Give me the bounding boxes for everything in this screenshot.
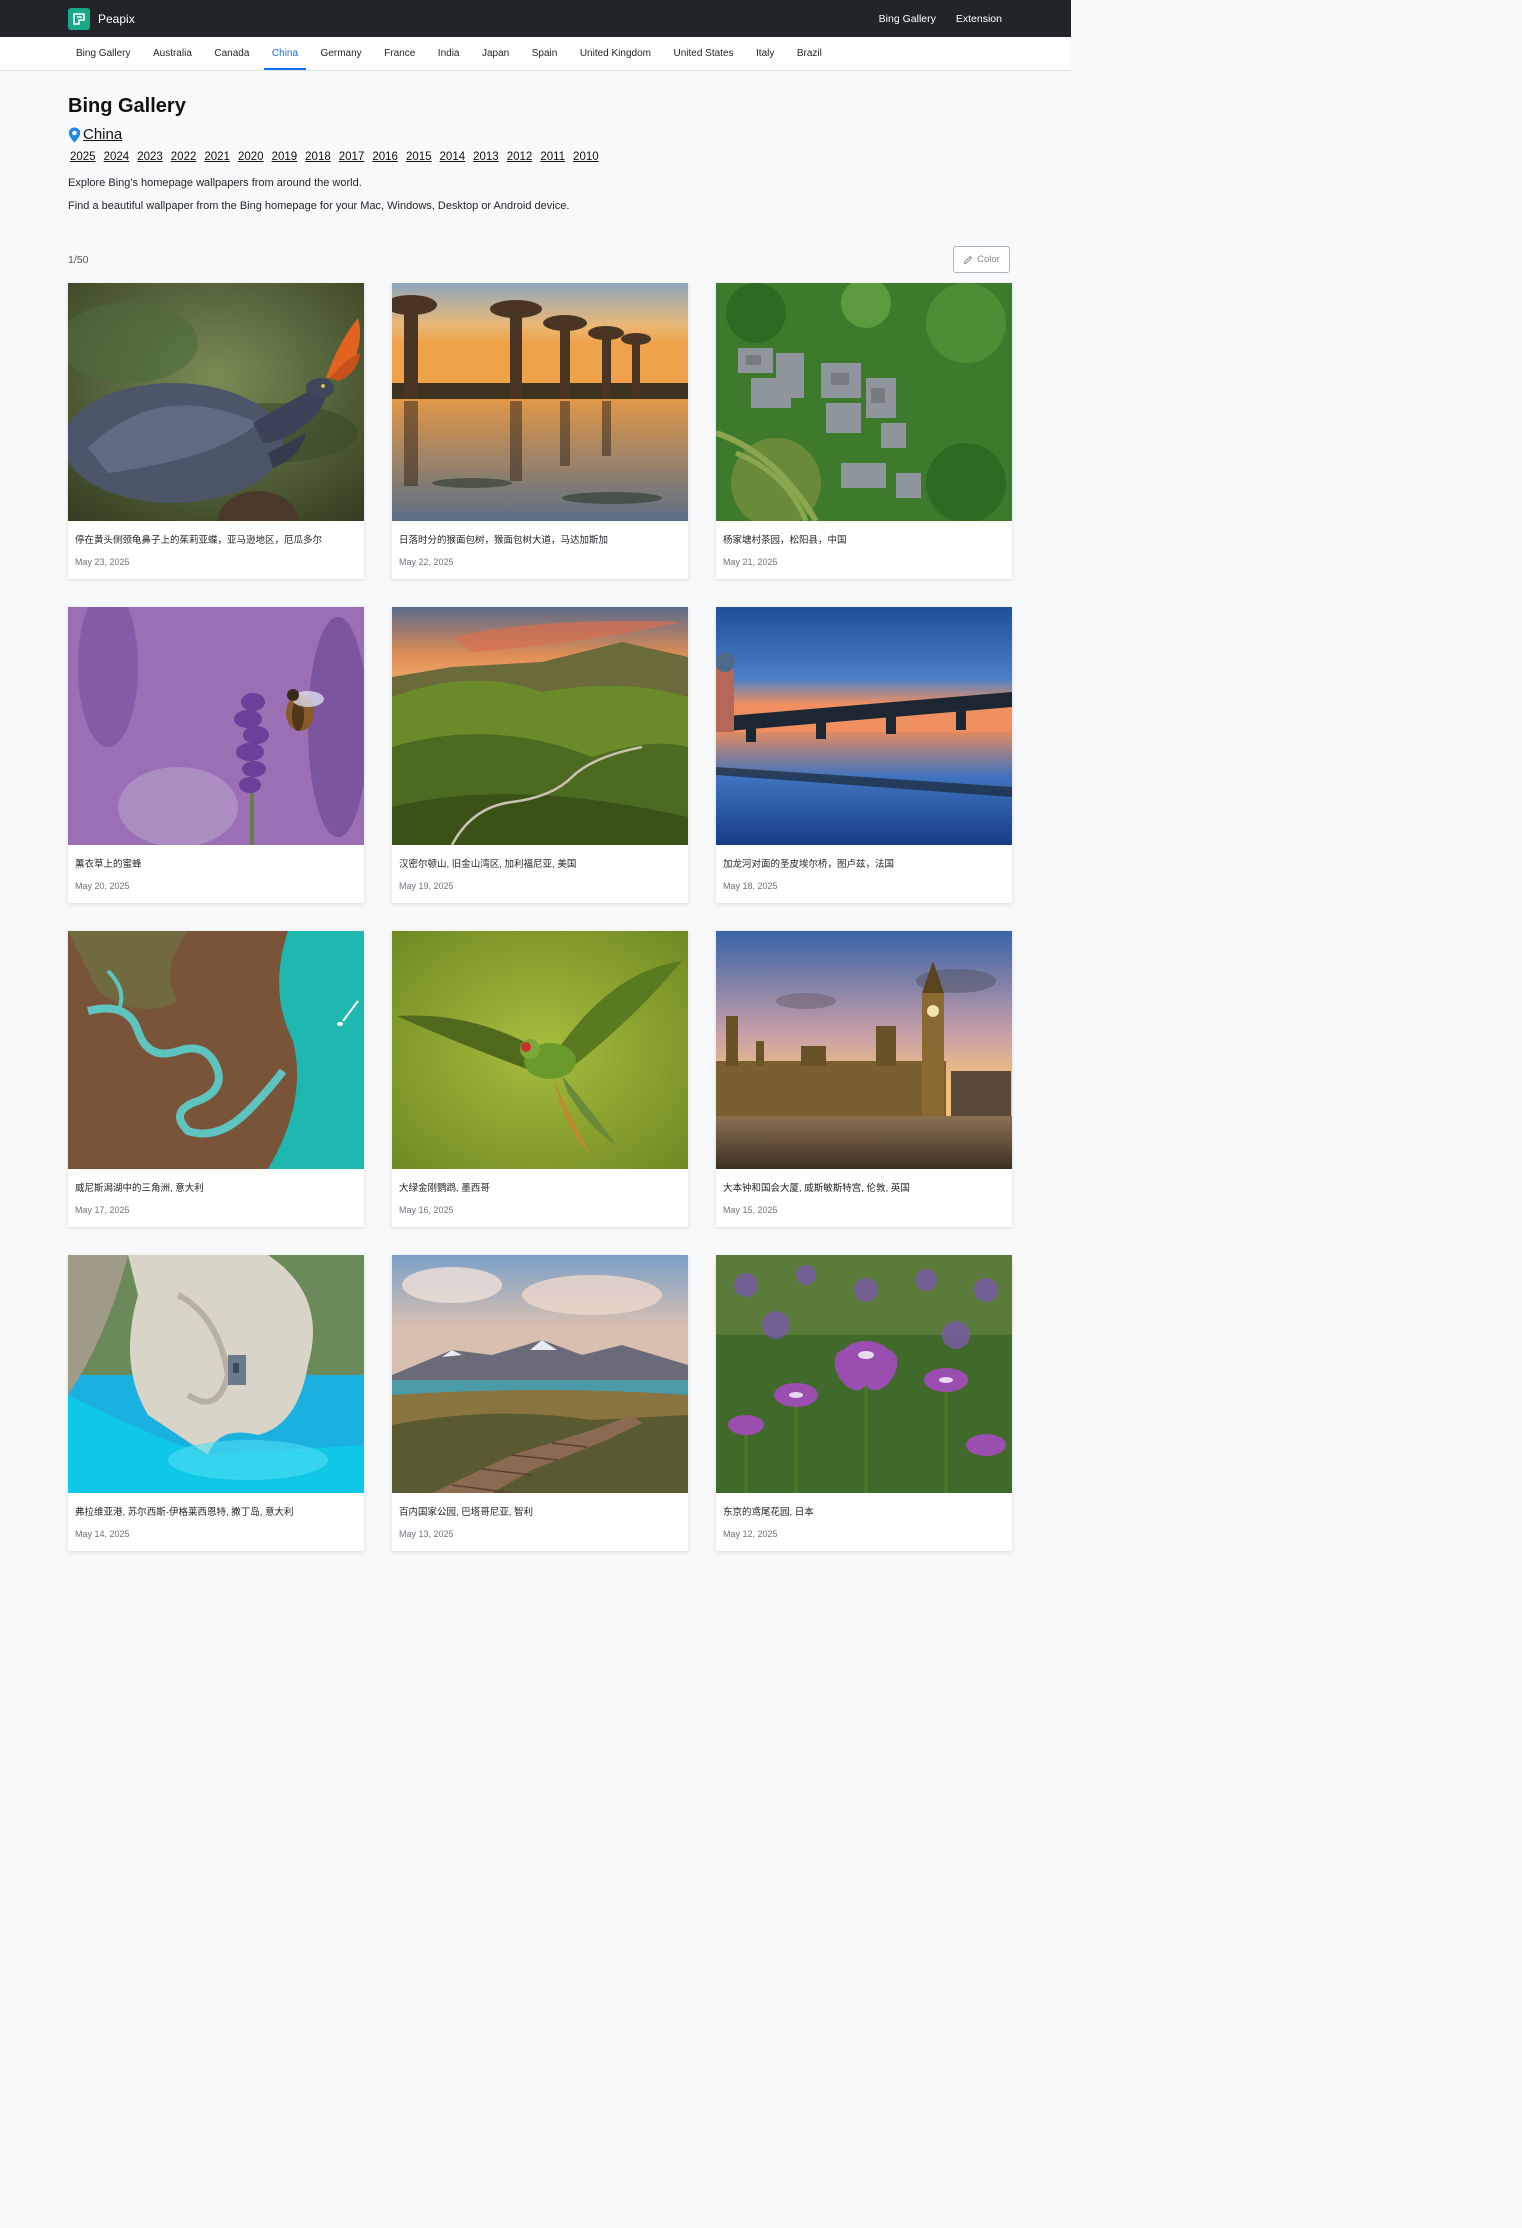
wallpaper-title[interactable]: 薰衣草上的蜜蜂 [75, 856, 357, 870]
brand-name[interactable]: Peapix [98, 12, 135, 26]
tab-united-kingdom[interactable]: United Kingdom [572, 37, 659, 70]
wallpaper-thumbnail[interactable] [716, 1255, 1012, 1493]
tab-japan[interactable]: Japan [474, 37, 517, 70]
wallpaper-grid: 停在黄头侧颈龟鼻子上的茱莉亚蝶，亚马逊地区，厄瓜多尔 May 23, 2025 [0, 283, 1071, 1551]
year-link[interactable]: 2013 [473, 151, 499, 163]
tab-australia[interactable]: Australia [145, 37, 200, 70]
wallpaper-card[interactable]: 汉密尔顿山, 旧金山湾区, 加利福尼亚, 美国 May 19, 2025 [392, 607, 688, 903]
wallpaper-thumbnail[interactable] [392, 931, 688, 1169]
wallpaper-title[interactable]: 日落时分的猴面包树，猴面包树大道，马达加斯加 [399, 532, 681, 546]
wallpaper-card[interactable]: 弗拉维亚港, 苏尔西斯-伊格莱西恩特, 撒丁岛, 意大利 May 14, 202… [68, 1255, 364, 1551]
wallpaper-card[interactable]: 薰衣草上的蜜蜂 May 20, 2025 [68, 607, 364, 903]
region-selector: China [68, 126, 1003, 143]
year-link[interactable]: 2020 [238, 151, 264, 163]
country-tabs: Bing Gallery Australia Canada China Germ… [0, 37, 1071, 71]
year-link[interactable]: 2010 [573, 151, 599, 163]
map-pin-icon [68, 127, 81, 142]
wallpaper-date: May 19, 2025 [399, 881, 454, 891]
wallpaper-date: May 13, 2025 [399, 1529, 454, 1539]
wallpaper-date: May 22, 2025 [399, 557, 454, 567]
peapix-logo-icon [68, 7, 90, 30]
wallpaper-date: May 16, 2025 [399, 1205, 454, 1215]
top-navbar: Peapix Bing Gallery Extension [0, 0, 1071, 37]
brand[interactable]: Peapix [68, 7, 135, 30]
wallpaper-title[interactable]: 汉密尔顿山, 旧金山湾区, 加利福尼亚, 美国 [399, 856, 681, 870]
year-link[interactable]: 2021 [204, 151, 230, 163]
year-link[interactable]: 2018 [305, 151, 331, 163]
year-link[interactable]: 2015 [406, 151, 432, 163]
wallpaper-thumbnail[interactable] [68, 931, 364, 1169]
wallpaper-date: May 12, 2025 [723, 1529, 778, 1539]
wallpaper-date: May 21, 2025 [723, 557, 778, 567]
wallpaper-card[interactable]: 大绿金刚鹦鹉, 墨西哥 May 16, 2025 [392, 931, 688, 1227]
wallpaper-title[interactable]: 大绿金刚鹦鹉, 墨西哥 [399, 1180, 681, 1194]
region-link[interactable]: China [83, 126, 122, 143]
tab-bing-gallery[interactable]: Bing Gallery [68, 37, 138, 70]
wallpaper-thumbnail[interactable] [68, 283, 364, 521]
tab-italy[interactable]: Italy [748, 37, 782, 70]
wallpaper-title[interactable]: 杨家塘村茶园，松阳县，中国 [723, 532, 1005, 546]
wallpaper-date: May 20, 2025 [75, 881, 130, 891]
tab-spain[interactable]: Spain [524, 37, 566, 70]
page-title: Bing Gallery [68, 95, 186, 117]
year-link[interactable]: 2019 [272, 151, 298, 163]
tab-united-states[interactable]: United States [665, 37, 741, 70]
description-line-2: Find a beautiful wallpaper from the Bing… [68, 200, 570, 212]
year-link[interactable]: 2023 [137, 151, 163, 163]
year-link[interactable]: 2022 [171, 151, 197, 163]
tab-canada[interactable]: Canada [206, 37, 257, 70]
wallpaper-thumbnail[interactable] [392, 1255, 688, 1493]
pencil-icon [964, 255, 973, 264]
description-line-1: Explore Bing's homepage wallpapers from … [68, 177, 362, 189]
page-header: Bing Gallery China 2025 2024 2023 2022 2… [0, 71, 1071, 212]
wallpaper-title[interactable]: 停在黄头侧颈龟鼻子上的茱莉亚蝶，亚马逊地区，厄瓜多尔 [75, 532, 357, 546]
wallpaper-card[interactable]: 日落时分的猴面包树，猴面包树大道，马达加斯加 May 22, 2025 [392, 283, 688, 579]
wallpaper-card[interactable]: 百内国家公园, 巴塔哥尼亚, 智利 May 13, 2025 [392, 1255, 688, 1551]
wallpaper-title[interactable]: 大本钟和国会大厦, 威斯敏斯特宫, 伦敦, 英国 [723, 1180, 1005, 1194]
wallpaper-thumbnail[interactable] [392, 283, 688, 521]
color-filter-label: Color [977, 254, 1000, 265]
wallpaper-thumbnail[interactable] [716, 931, 1012, 1169]
wallpaper-date: May 14, 2025 [75, 1529, 130, 1539]
year-link[interactable]: 2011 [540, 151, 565, 163]
wallpaper-card[interactable]: 大本钟和国会大厦, 威斯敏斯特宫, 伦敦, 英国 May 15, 2025 [716, 931, 1012, 1227]
wallpaper-date: May 17, 2025 [75, 1205, 130, 1215]
wallpaper-date: May 23, 2025 [75, 557, 130, 567]
wallpaper-card[interactable]: 停在黄头侧颈龟鼻子上的茱莉亚蝶，亚马逊地区，厄瓜多尔 May 23, 2025 [68, 283, 364, 579]
tab-france[interactable]: France [376, 37, 423, 70]
color-filter-button[interactable]: Color [953, 246, 1010, 273]
wallpaper-title[interactable]: 东京的鸢尾花园, 日本 [723, 1504, 1005, 1518]
wallpaper-thumbnail[interactable] [392, 607, 688, 845]
topnav-extension-link[interactable]: Extension [956, 13, 1002, 25]
wallpaper-card[interactable]: 加龙河对面的圣皮埃尔桥，图卢兹，法国 May 18, 2025 [716, 607, 1012, 903]
year-link[interactable]: 2014 [440, 151, 466, 163]
wallpaper-thumbnail[interactable] [716, 607, 1012, 845]
tab-india[interactable]: India [430, 37, 468, 70]
wallpaper-card[interactable]: 东京的鸢尾花园, 日本 May 12, 2025 [716, 1255, 1012, 1551]
wallpaper-thumbnail[interactable] [68, 607, 364, 845]
tab-germany[interactable]: Germany [313, 37, 370, 70]
year-list: 2025 2024 2023 2022 2021 2020 2019 2018 … [68, 151, 1003, 163]
wallpaper-date: May 15, 2025 [723, 1205, 778, 1215]
wallpaper-card[interactable]: 威尼斯潟湖中的三角洲, 意大利 May 17, 2025 [68, 931, 364, 1227]
page-counter: 1/50 [68, 253, 89, 266]
gallery-toolbar: 1/50 Color [0, 246, 1071, 273]
year-link[interactable]: 2016 [372, 151, 398, 163]
wallpaper-card[interactable]: 杨家塘村茶园，松阳县，中国 May 21, 2025 [716, 283, 1012, 579]
wallpaper-title[interactable]: 弗拉维亚港, 苏尔西斯-伊格莱西恩特, 撒丁岛, 意大利 [75, 1504, 357, 1518]
topnav-bing-gallery-link[interactable]: Bing Gallery [879, 13, 936, 25]
wallpaper-thumbnail[interactable] [716, 283, 1012, 521]
wallpaper-title[interactable]: 百内国家公园, 巴塔哥尼亚, 智利 [399, 1504, 681, 1518]
year-link[interactable]: 2025 [70, 151, 96, 163]
year-link[interactable]: 2012 [507, 151, 533, 163]
year-link[interactable]: 2024 [104, 151, 130, 163]
wallpaper-thumbnail[interactable] [68, 1255, 364, 1493]
wallpaper-title[interactable]: 加龙河对面的圣皮埃尔桥，图卢兹，法国 [723, 856, 1005, 870]
year-link[interactable]: 2017 [339, 151, 365, 163]
tab-china[interactable]: China [263, 37, 307, 70]
wallpaper-title[interactable]: 威尼斯潟湖中的三角洲, 意大利 [75, 1180, 357, 1194]
wallpaper-date: May 18, 2025 [723, 881, 778, 891]
tab-brazil[interactable]: Brazil [789, 37, 830, 70]
